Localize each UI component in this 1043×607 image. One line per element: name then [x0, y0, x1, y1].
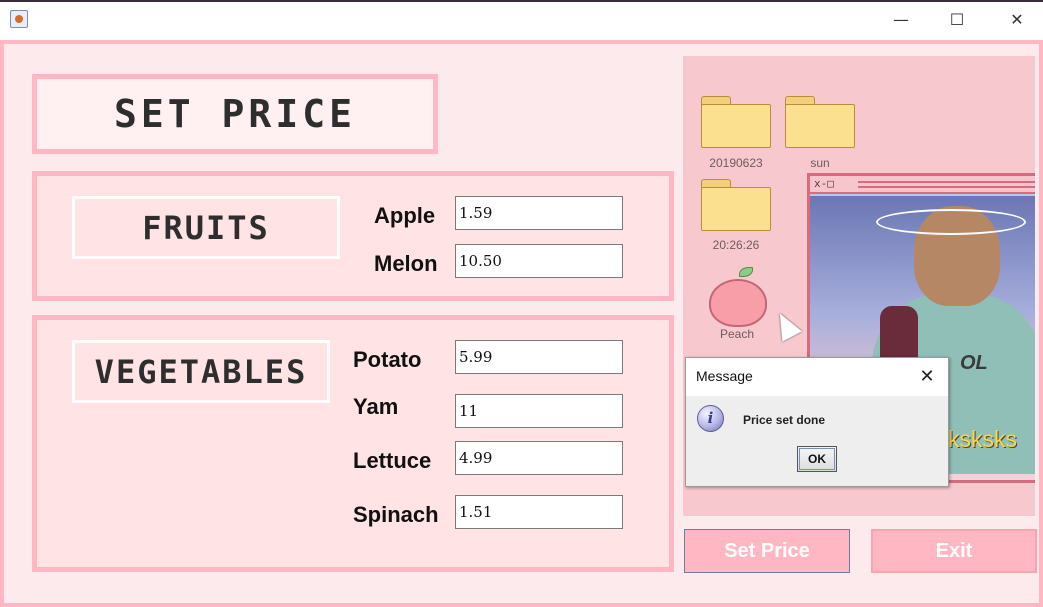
content-pane: SET PRICE FRUITS Apple Melon VEGETABLES … — [4, 44, 1039, 603]
melon-label: Melon — [374, 251, 438, 276]
fruits-panel: FRUITS Apple Melon — [32, 171, 674, 301]
lettuce-price-input[interactable] — [455, 441, 623, 475]
dialog-ok-button[interactable]: OK — [797, 446, 837, 472]
dialog-close-button[interactable]: ✕ — [914, 364, 940, 390]
title-bar: — ☐ ✕ — [0, 0, 1043, 40]
peach-caption: Peach — [719, 327, 755, 341]
spinach-label: Spinach — [353, 502, 439, 527]
message-dialog: Message ✕ i Price set done OK — [685, 357, 949, 487]
halo-ring — [876, 209, 1026, 235]
folder-caption: 20190623 — [709, 156, 763, 170]
folder-caption: 20:26:26 — [712, 238, 760, 252]
potato-price-input[interactable] — [455, 340, 623, 374]
melon-price-input[interactable] — [455, 244, 623, 278]
main-frame: SET PRICE FRUITS Apple Melon VEGETABLES … — [0, 40, 1043, 607]
yam-label: Yam — [353, 394, 399, 419]
dialog-title: Message — [696, 368, 753, 384]
page-title: SET PRICE — [114, 92, 356, 136]
yam-price-input[interactable] — [455, 394, 623, 428]
fruits-section-label: FRUITS — [72, 196, 340, 259]
dialog-message: Price set done — [743, 413, 826, 427]
illustration-caption: ksksks — [948, 426, 1017, 452]
exit-button[interactable]: Exit — [871, 529, 1037, 573]
lettuce-label: Lettuce — [353, 448, 432, 473]
title-bar-top-border — [0, 0, 1043, 2]
apple-label: Apple — [374, 203, 436, 228]
info-icon: i — [697, 405, 724, 432]
page-title-box: SET PRICE — [32, 74, 438, 154]
vegetables-panel: VEGETABLES Potato Yam Lettuce Spinach — [32, 315, 674, 572]
shirt-text: OL — [960, 352, 988, 374]
maximize-button[interactable]: ☐ — [937, 8, 977, 32]
close-window-button[interactable]: ✕ — [997, 8, 1037, 32]
set-price-button[interactable]: Set Price — [684, 529, 850, 573]
folder-caption: sun — [810, 156, 830, 170]
potato-label: Potato — [353, 347, 422, 372]
minimize-button[interactable]: — — [881, 8, 921, 32]
apple-price-input[interactable] — [455, 196, 623, 230]
peach-icon — [709, 267, 767, 327]
folder-icon — [701, 96, 771, 148]
illustration-window-controls: x-□ — [814, 177, 834, 190]
vegetables-section-label: VEGETABLES — [72, 340, 330, 403]
folder-icon — [785, 96, 855, 148]
java-app-icon — [10, 10, 28, 28]
spinach-price-input[interactable] — [455, 495, 623, 529]
folder-icon — [701, 179, 771, 231]
dialog-title-bar: Message ✕ — [686, 358, 948, 396]
illustration-window-bar: x-□ — [810, 176, 1035, 194]
